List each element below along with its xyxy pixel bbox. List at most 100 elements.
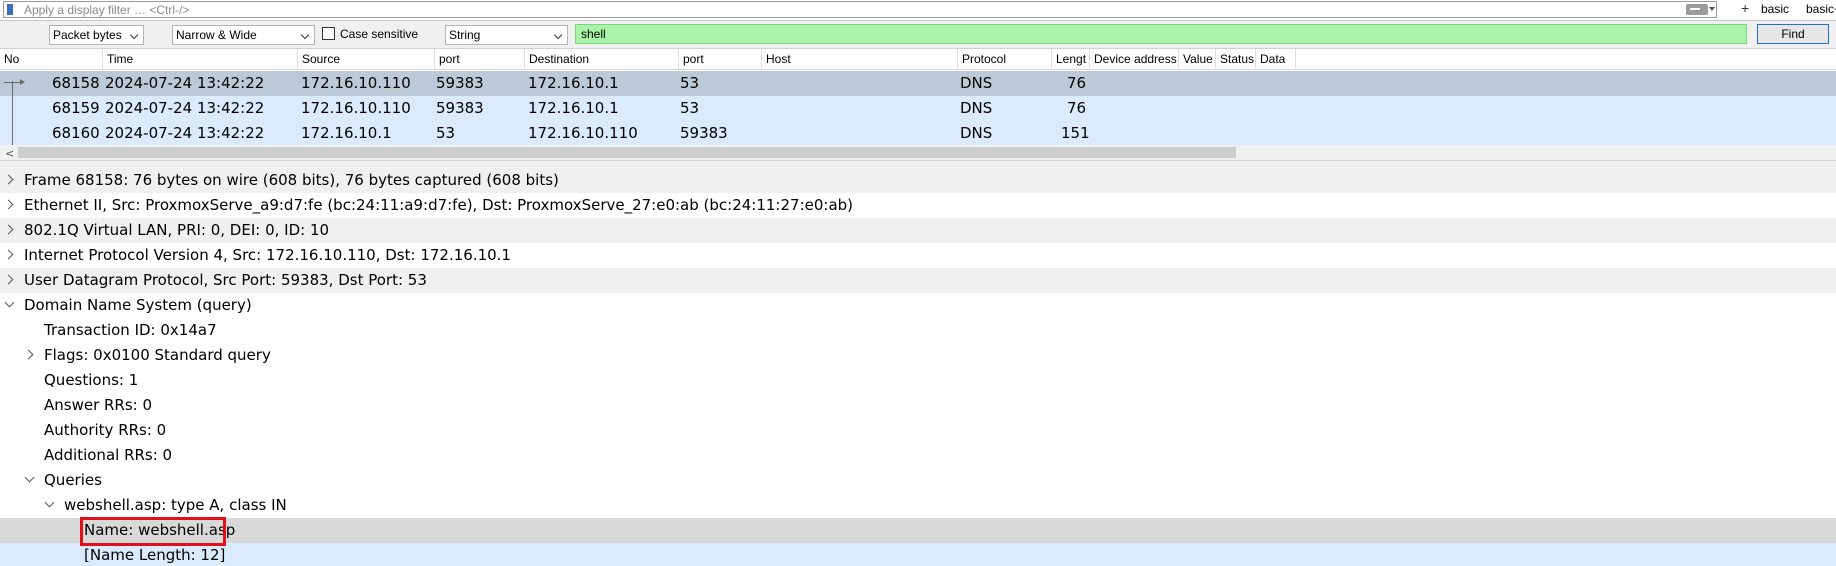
packet-dst-port: 53 (680, 99, 700, 117)
expand-chevron-right-icon[interactable] (23, 349, 34, 360)
packet-time: 2024-07-24 13:42:22 (105, 74, 265, 92)
packet-dst-port: 59383 (680, 124, 728, 142)
column-header-value[interactable]: Value (1179, 49, 1216, 69)
expand-chevron-right-icon[interactable] (3, 199, 14, 210)
column-header-host[interactable]: Host (762, 49, 958, 69)
tree-item-transaction-id[interactable]: Transaction ID: 0x14a7 (0, 318, 1836, 343)
packet-row-selected[interactable]: 68158 2024-07-24 13:42:22 172.16.10.110 … (0, 71, 1836, 96)
packet-destination: 172.16.10.1 (528, 99, 619, 117)
display-filter-bar: Apply a display filter … <Ctrl-/> + basi… (0, 0, 1836, 21)
quick-filter-basic-plus[interactable]: basic+ (1806, 2, 1836, 16)
annotation-highlight-box (80, 517, 226, 546)
packet-row[interactable]: 68160 2024-07-24 13:42:22 172.16.10.1 53… (0, 121, 1836, 145)
search-in-select[interactable]: Packet bytes (49, 25, 144, 45)
filter-placeholder: Apply a display filter … <Ctrl-/> (24, 3, 190, 17)
case-sensitive-label: Case sensitive (340, 27, 419, 41)
apply-filter-arrow-icon[interactable] (1686, 4, 1708, 15)
packet-no: 68159 (52, 99, 100, 117)
find-button[interactable]: Find (1757, 24, 1829, 44)
tree-item-label: Transaction ID: 0x14a7 (44, 321, 217, 339)
search-type-value: String (449, 28, 481, 42)
filter-dropdown-icon[interactable] (1709, 7, 1715, 11)
tree-item-label: webshell.asp: type A, class IN (64, 496, 287, 514)
tree-item-queries[interactable]: Queries (0, 468, 1836, 493)
tree-item-ethernet[interactable]: Ethernet II, Src: ProxmoxServe_a9:d7:fe … (0, 193, 1836, 218)
tree-item-authority-rrs[interactable]: Authority RRs: 0 (0, 418, 1836, 443)
column-header-device-address[interactable]: Device address (1090, 49, 1179, 69)
packet-destination: 172.16.10.110 (528, 124, 638, 142)
find-packet-bar: Packet bytes Narrow & Wide Case sensitiv… (0, 21, 1836, 49)
packet-protocol: DNS (960, 99, 993, 117)
packet-dst-port: 53 (680, 74, 700, 92)
packet-length: 76 (1067, 99, 1087, 117)
tree-item-answer-rrs[interactable]: Answer RRs: 0 (0, 393, 1836, 418)
display-filter-input[interactable]: Apply a display filter … <Ctrl-/> (3, 1, 1717, 18)
column-header-protocol[interactable]: Protocol (958, 49, 1052, 69)
quick-filter-basic[interactable]: basic (1761, 2, 1789, 16)
tree-item-name-selected[interactable]: Name: webshell.asp (0, 518, 1836, 543)
tree-item-label: Internet Protocol Version 4, Src: 172.16… (24, 246, 511, 264)
column-header-data[interactable]: Data (1256, 49, 1296, 69)
column-header-time[interactable]: Time (103, 49, 298, 69)
packet-row[interactable]: 68159 2024-07-24 13:42:22 172.16.10.110 … (0, 96, 1836, 121)
tree-item-label: Answer RRs: 0 (44, 396, 153, 414)
tree-item-label: 802.1Q Virtual LAN, PRI: 0, DEI: 0, ID: … (24, 221, 330, 239)
tree-item-flags[interactable]: Flags: 0x0100 Standard query (0, 343, 1836, 368)
packet-source: 172.16.10.110 (301, 99, 411, 117)
packet-source: 172.16.10.1 (301, 124, 392, 142)
tree-item-query[interactable]: webshell.asp: type A, class IN (0, 493, 1836, 518)
expand-chevron-right-icon[interactable] (3, 249, 14, 260)
column-header-length[interactable]: Lengt (1052, 49, 1090, 69)
chevron-down-icon (553, 30, 563, 40)
tree-item-label: Questions: 1 (44, 371, 139, 389)
packet-no: 68160 (52, 124, 100, 142)
char-width-select[interactable]: Narrow & Wide (172, 25, 315, 45)
chevron-down-icon (129, 30, 139, 40)
search-type-select[interactable]: String (445, 25, 568, 45)
scroll-left-icon[interactable]: < (5, 147, 14, 160)
tree-item-label: [Name Length: 12] (84, 546, 226, 564)
collapse-chevron-down-icon[interactable] (44, 497, 55, 508)
packet-destination: 172.16.10.1 (528, 74, 619, 92)
collapse-chevron-down-icon[interactable] (24, 472, 35, 483)
column-header-source[interactable]: Source (298, 49, 435, 69)
tree-item-label: Ethernet II, Src: ProxmoxServe_a9:d7:fe … (24, 196, 854, 214)
related-packet-line (12, 81, 13, 145)
column-header-no[interactable]: No (0, 49, 103, 69)
tree-item-udp[interactable]: User Datagram Protocol, Src Port: 59383,… (0, 268, 1836, 293)
tree-item-label: Queries (44, 471, 102, 489)
bookmark-icon[interactable] (7, 4, 13, 15)
packet-time: 2024-07-24 13:42:22 (105, 99, 265, 117)
tree-item-ipv4[interactable]: Internet Protocol Version 4, Src: 172.16… (0, 243, 1836, 268)
case-sensitive-checkbox[interactable] (322, 27, 335, 40)
tree-item-frame[interactable]: Frame 68158: 76 bytes on wire (608 bits)… (0, 168, 1836, 193)
find-search-value: shell (581, 27, 606, 41)
packet-src-port: 53 (436, 124, 456, 142)
tree-item-additional-rrs[interactable]: Additional RRs: 0 (0, 443, 1836, 468)
packet-details-tree: Frame 68158: 76 bytes on wire (608 bits)… (0, 168, 1836, 566)
expand-chevron-right-icon[interactable] (3, 274, 14, 285)
column-header-destination[interactable]: Destination (525, 49, 679, 69)
packet-no: 68158 (52, 74, 100, 92)
column-header-status[interactable]: Status (1216, 49, 1256, 69)
column-header-dst-port[interactable]: port (679, 49, 762, 69)
packet-length: 76 (1067, 74, 1087, 92)
tree-item-name-length[interactable]: [Name Length: 12] (0, 543, 1836, 566)
column-header-src-port[interactable]: port (435, 49, 525, 69)
scrollbar-thumb[interactable] (18, 147, 1236, 158)
tree-item-dns[interactable]: Domain Name System (query) (0, 293, 1836, 318)
tree-item-label: Domain Name System (query) (24, 296, 252, 314)
expand-chevron-right-icon[interactable] (3, 174, 14, 185)
tree-item-label: Flags: 0x0100 Standard query (44, 346, 271, 364)
collapse-chevron-down-icon[interactable] (4, 297, 15, 308)
tree-item-label: Additional RRs: 0 (44, 446, 173, 464)
packet-protocol: DNS (960, 124, 993, 142)
find-search-input[interactable]: shell (575, 24, 1747, 44)
packet-list-hscrollbar[interactable]: < (0, 145, 1836, 160)
char-width-value: Narrow & Wide (176, 28, 257, 42)
related-packet-arrow-icon (4, 79, 25, 85)
add-filter-button-icon[interactable]: + (1741, 0, 1749, 16)
tree-item-questions[interactable]: Questions: 1 (0, 368, 1836, 393)
tree-item-vlan[interactable]: 802.1Q Virtual LAN, PRI: 0, DEI: 0, ID: … (0, 218, 1836, 243)
expand-chevron-right-icon[interactable] (3, 224, 14, 235)
